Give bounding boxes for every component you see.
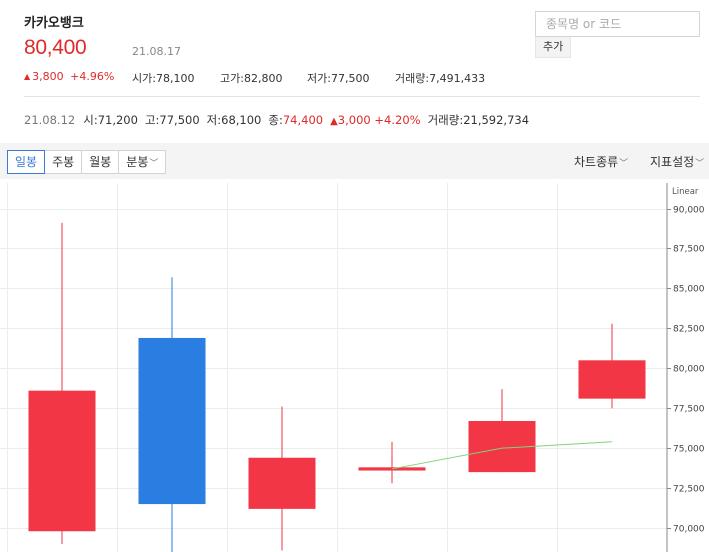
y-axis-ticks: 70,000 72,500 75,000 77,500 80,000 82,500 85,0… [667, 206, 705, 535]
scale-label: Linear [672, 187, 699, 197]
candle-body[interactable] [28, 390, 96, 532]
open-stat: 시가:78,100 [132, 72, 195, 85]
divider [24, 96, 700, 97]
candle-body[interactable] [578, 360, 646, 399]
tab-monthly[interactable]: 월봉 [81, 150, 120, 174]
y-tick-label: 72,500 [673, 485, 705, 495]
chevron-down-icon: ﹀ [695, 159, 705, 169]
chevron-down-icon: ﹀ [619, 159, 629, 169]
price-date: 21.08.17 [132, 45, 181, 58]
chart-grid [0, 183, 667, 552]
y-tick-label: 75,000 [673, 445, 705, 455]
high-stat: 고가:82,800 [220, 72, 283, 85]
y-tick-label: 87,500 [673, 245, 705, 255]
chevron-down-icon: ﹀ [149, 159, 159, 169]
tab-weekly[interactable]: 주봉 [44, 150, 83, 174]
candlestick-chart[interactable]: Linear 70,000 72,500 75,000 77,500 80,000 82,… [0, 183, 709, 552]
low-stat: 저가:77,500 [307, 72, 370, 85]
prev-date: 21.08.12 [24, 113, 76, 127]
volume-stat: 거래량:7,491,433 [395, 72, 486, 85]
period-tabs: 일봉 주봉 월봉 분봉﹀ [7, 150, 167, 174]
current-price: 80,400 [24, 36, 87, 59]
indicator-settings-dropdown[interactable]: 지표설정﹀ [650, 153, 704, 170]
y-tick-label: 82,500 [673, 325, 705, 335]
y-tick-label: 77,500 [673, 405, 705, 415]
y-tick-label: 90,000 [673, 206, 705, 216]
up-triangle-icon: ▲ [24, 72, 31, 81]
candle-body[interactable] [248, 457, 316, 509]
price-change: ▲ 3,800 +4.96% [24, 70, 114, 83]
tab-minute[interactable]: 분봉﹀ [118, 150, 167, 174]
stock-name: 카카오뱅크 [24, 16, 84, 31]
previous-day-summary: 21.08.12 시:71,200 고:77,500 저:68,100 종:74,400… [24, 113, 530, 127]
change-amount: 3,800 [32, 70, 64, 83]
up-triangle-icon: ▲ [330, 116, 338, 127]
y-tick-label: 85,000 [673, 285, 705, 295]
y-tick-label: 70,000 [673, 525, 705, 535]
chart-toolbar: 일봉 주봉 월봉 분봉﹀ 차트종류﹀ 지표설정﹀ [0, 143, 709, 179]
candle-body[interactable] [138, 337, 206, 505]
stock-search-input[interactable] [535, 11, 700, 37]
chart-type-dropdown[interactable]: 차트종류﹀ [574, 153, 628, 170]
tab-daily[interactable]: 일봉 [7, 150, 46, 174]
add-button[interactable]: 추가 [535, 37, 572, 58]
y-tick-label: 80,000 [673, 365, 705, 375]
change-percent: +4.96% [70, 70, 115, 83]
